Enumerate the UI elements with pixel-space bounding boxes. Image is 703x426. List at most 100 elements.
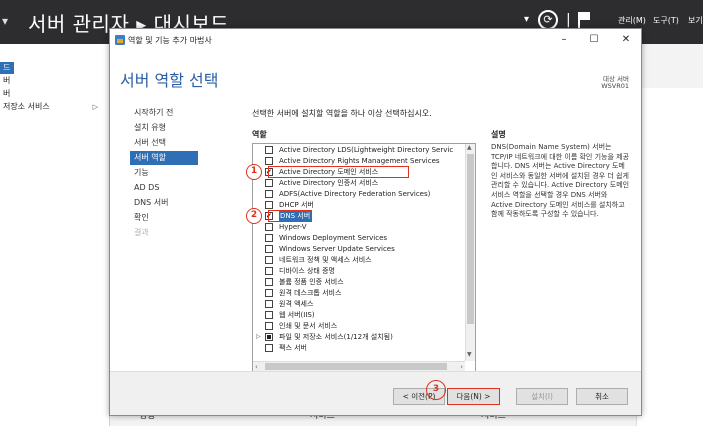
role-checkbox[interactable] bbox=[265, 333, 273, 341]
role-item[interactable]: 원격 데스크톱 서비스 bbox=[253, 288, 465, 298]
page-title: 서버 역할 선택 bbox=[120, 71, 219, 90]
role-checkbox[interactable] bbox=[265, 300, 273, 308]
role-item[interactable]: 볼륨 정품 인증 서비스 bbox=[253, 277, 465, 287]
nav-features[interactable]: 기능 bbox=[132, 166, 232, 180]
role-item[interactable]: DHCP 서버 bbox=[253, 200, 465, 210]
scroll-thumb[interactable] bbox=[265, 363, 447, 370]
role-item[interactable]: Active Directory Rights Management Servi… bbox=[253, 156, 465, 166]
nav-confirmation[interactable]: 확인 bbox=[132, 211, 232, 225]
role-item[interactable]: Windows Deployment Services bbox=[253, 233, 465, 243]
sidebar-item-dashboard[interactable]: 드 bbox=[0, 62, 14, 74]
nav-results: 결과 bbox=[134, 228, 149, 237]
roles-header: 역할 bbox=[252, 130, 267, 139]
role-checkbox[interactable] bbox=[265, 245, 273, 253]
role-label: Windows Deployment Services bbox=[279, 234, 388, 242]
role-label: ADFS(Active Directory Federation Service… bbox=[279, 190, 431, 198]
role-checkbox[interactable] bbox=[265, 267, 273, 275]
scroll-thumb[interactable] bbox=[467, 154, 474, 324]
sidebar-item-label: 버 bbox=[3, 76, 11, 85]
role-label: Windows Server Update Services bbox=[279, 245, 395, 253]
wizard-titlebar[interactable]: 역할 및 기능 추가 마법사 – ☐ ✕ bbox=[110, 29, 641, 51]
sidebar-item-file-storage[interactable]: 저장소 서비스 ▷ bbox=[0, 101, 110, 113]
role-item[interactable]: Active Directory LDS(Lightweight Directo… bbox=[253, 145, 465, 155]
close-button[interactable]: ✕ bbox=[616, 32, 636, 48]
role-item[interactable]: 원격 액세스 bbox=[253, 299, 465, 309]
role-item[interactable]: 팩스 서버 bbox=[253, 343, 465, 353]
back-chevron-icon[interactable]: ▾ bbox=[2, 14, 8, 28]
nav-server-selection[interactable]: 서버 선택 bbox=[132, 136, 232, 150]
role-label: 네트워크 정책 및 액세스 서비스 bbox=[279, 256, 372, 264]
sidebar-item-label: 저장소 서비스 bbox=[3, 102, 50, 111]
nav-server-roles[interactable]: 서버 역할 bbox=[130, 151, 198, 165]
annotation-highlight-ad-ds bbox=[268, 166, 409, 178]
menu-manage[interactable]: 관리(M) bbox=[618, 15, 646, 26]
role-item[interactable]: 웹 서버(IIS) bbox=[253, 310, 465, 320]
role-checkbox[interactable] bbox=[265, 256, 273, 264]
next-button[interactable]: 다음(N) > bbox=[447, 388, 500, 405]
nav-dns-server[interactable]: DNS 서버 bbox=[132, 196, 232, 210]
wizard-window-title: 역할 및 기능 추가 마법사 bbox=[128, 36, 212, 45]
install-button: 설치(I) bbox=[516, 388, 568, 405]
server-manager-app-icon bbox=[115, 35, 125, 45]
separator: | bbox=[566, 12, 571, 28]
notification-flag-icon[interactable] bbox=[578, 12, 590, 28]
role-label: 파일 및 저장소 서비스(1/12개 설치됨) bbox=[279, 333, 393, 341]
cancel-button[interactable]: 취소 bbox=[576, 388, 628, 405]
role-checkbox[interactable] bbox=[265, 344, 273, 352]
role-item[interactable]: Windows Server Update Services bbox=[253, 244, 465, 254]
role-checkbox[interactable] bbox=[265, 311, 273, 319]
role-checkbox[interactable] bbox=[265, 146, 273, 154]
role-label: Active Directory LDS(Lightweight Directo… bbox=[279, 146, 454, 154]
role-item[interactable]: ADFS(Active Directory Federation Service… bbox=[253, 189, 465, 199]
roles-horizontal-scrollbar[interactable]: ‹ › bbox=[253, 361, 465, 371]
menu-tools[interactable]: 도구(T) bbox=[653, 15, 679, 26]
maximize-button[interactable]: ☐ bbox=[584, 32, 604, 48]
role-item[interactable]: ▷ 파일 및 저장소 서비스(1/12개 설치됨) bbox=[253, 332, 465, 342]
nav-before-you-begin[interactable]: 시작하기 전 bbox=[132, 106, 232, 120]
role-checkbox[interactable] bbox=[265, 234, 273, 242]
wizard-body: 서버 역할 선택 대상 서버 WSVR01 시작하기 전 설치 유형 서버 선택… bbox=[110, 51, 641, 372]
role-item[interactable]: 인쇄 및 문서 서비스 bbox=[253, 321, 465, 331]
annotation-marker-1: 1 bbox=[246, 164, 262, 180]
refresh-icon[interactable]: ⟳ bbox=[538, 10, 558, 30]
role-checkbox[interactable] bbox=[265, 179, 273, 187]
minimize-button[interactable]: – bbox=[554, 32, 574, 48]
annotation-highlight-dns bbox=[268, 210, 312, 222]
instruction-text: 선택한 서버에 설치할 역할을 하나 이상 선택하십시오. bbox=[252, 109, 432, 118]
scroll-down-icon[interactable]: ▼ bbox=[467, 351, 472, 358]
wizard-footer: < 이전(P) 다음(N) > 설치(I) 취소 3 bbox=[110, 371, 641, 415]
sidebar-item-label: 버 bbox=[3, 89, 11, 98]
role-checkbox[interactable] bbox=[265, 223, 273, 231]
nav-ad-ds[interactable]: AD DS bbox=[132, 181, 232, 195]
scroll-up-icon[interactable]: ▲ bbox=[467, 144, 472, 151]
role-checkbox[interactable] bbox=[265, 190, 273, 198]
nav-installation-type[interactable]: 설치 유형 bbox=[132, 121, 232, 135]
menu-view[interactable]: 보기 bbox=[688, 15, 703, 26]
role-label: Hyper-V bbox=[279, 223, 307, 231]
role-item[interactable]: Hyper-V bbox=[253, 222, 465, 232]
role-item[interactable]: 네트워크 정책 및 액세스 서비스 bbox=[253, 255, 465, 265]
annotation-marker-3: 3 bbox=[426, 380, 446, 400]
role-label: 볼륨 정품 인증 서비스 bbox=[279, 278, 344, 286]
role-label: 웹 서버(IIS) bbox=[279, 311, 315, 319]
role-checkbox[interactable] bbox=[265, 278, 273, 286]
sidebar-item-label: 드 bbox=[3, 63, 11, 72]
expand-arrow-icon[interactable]: ▷ bbox=[256, 332, 261, 342]
role-checkbox[interactable] bbox=[265, 157, 273, 165]
add-roles-wizard-dialog: 역할 및 기능 추가 마법사 – ☐ ✕ 서버 역할 선택 대상 서버 WSVR… bbox=[109, 28, 642, 416]
role-checkbox[interactable] bbox=[265, 322, 273, 330]
server-manager-right-panel bbox=[636, 88, 703, 426]
sidebar-item-local-server[interactable]: 버 bbox=[0, 75, 110, 87]
role-item[interactable]: Active Directory 인증서 서비스 bbox=[253, 178, 465, 188]
roles-vertical-scrollbar[interactable]: ▲ ▼ bbox=[465, 144, 475, 361]
role-checkbox[interactable] bbox=[265, 201, 273, 209]
role-checkbox[interactable] bbox=[265, 289, 273, 297]
dropdown-arrow-icon[interactable]: ▾ bbox=[524, 14, 529, 25]
role-label: Active Directory Rights Management Servi… bbox=[279, 157, 440, 165]
target-server-value: WSVR01 bbox=[601, 82, 629, 90]
sidebar-item-all-servers[interactable]: 버 bbox=[0, 88, 110, 100]
role-label: 원격 데스크톱 서비스 bbox=[279, 289, 342, 297]
role-item[interactable]: 디바이스 상태 증명 bbox=[253, 266, 465, 276]
role-label: DHCP 서버 bbox=[279, 201, 314, 209]
role-label: 팩스 서버 bbox=[279, 344, 307, 352]
